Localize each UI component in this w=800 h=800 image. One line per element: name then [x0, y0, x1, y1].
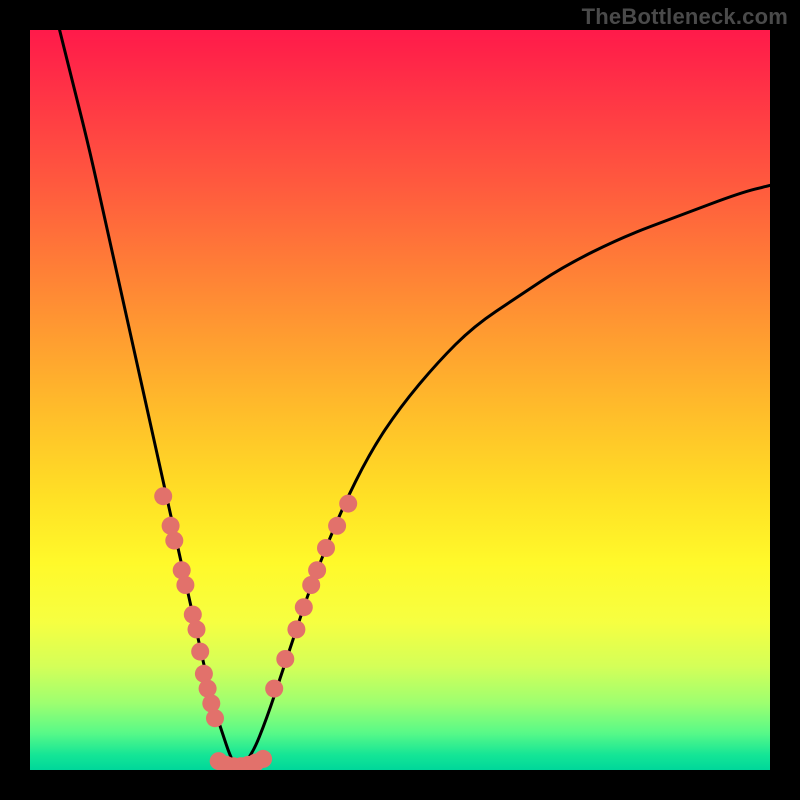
- watermark-label: TheBottleneck.com: [582, 4, 788, 30]
- chart-frame: TheBottleneck.com: [0, 0, 800, 800]
- marker-left-branch: [206, 709, 224, 727]
- marker-right-branch: [317, 539, 335, 557]
- marker-right-branch: [339, 495, 357, 513]
- marker-right-branch: [276, 650, 294, 668]
- series-mismatch-curve-left: [60, 30, 238, 770]
- marker-right-branch: [265, 680, 283, 698]
- series-mismatch-curve-right: [237, 185, 770, 770]
- marker-left-branch: [188, 620, 206, 638]
- plot-area: [30, 30, 770, 770]
- marker-left-branch: [176, 576, 194, 594]
- marker-right-branch: [295, 598, 313, 616]
- marker-bottom-flat: [254, 750, 272, 768]
- marker-right-branch: [287, 620, 305, 638]
- series-group: [60, 30, 770, 770]
- marker-right-branch: [328, 517, 346, 535]
- marker-left-branch: [165, 532, 183, 550]
- marker-right-branch: [308, 561, 326, 579]
- marker-left-branch: [191, 643, 209, 661]
- curve-svg: [30, 30, 770, 770]
- marker-left-branch: [154, 487, 172, 505]
- marker-group: [154, 487, 357, 770]
